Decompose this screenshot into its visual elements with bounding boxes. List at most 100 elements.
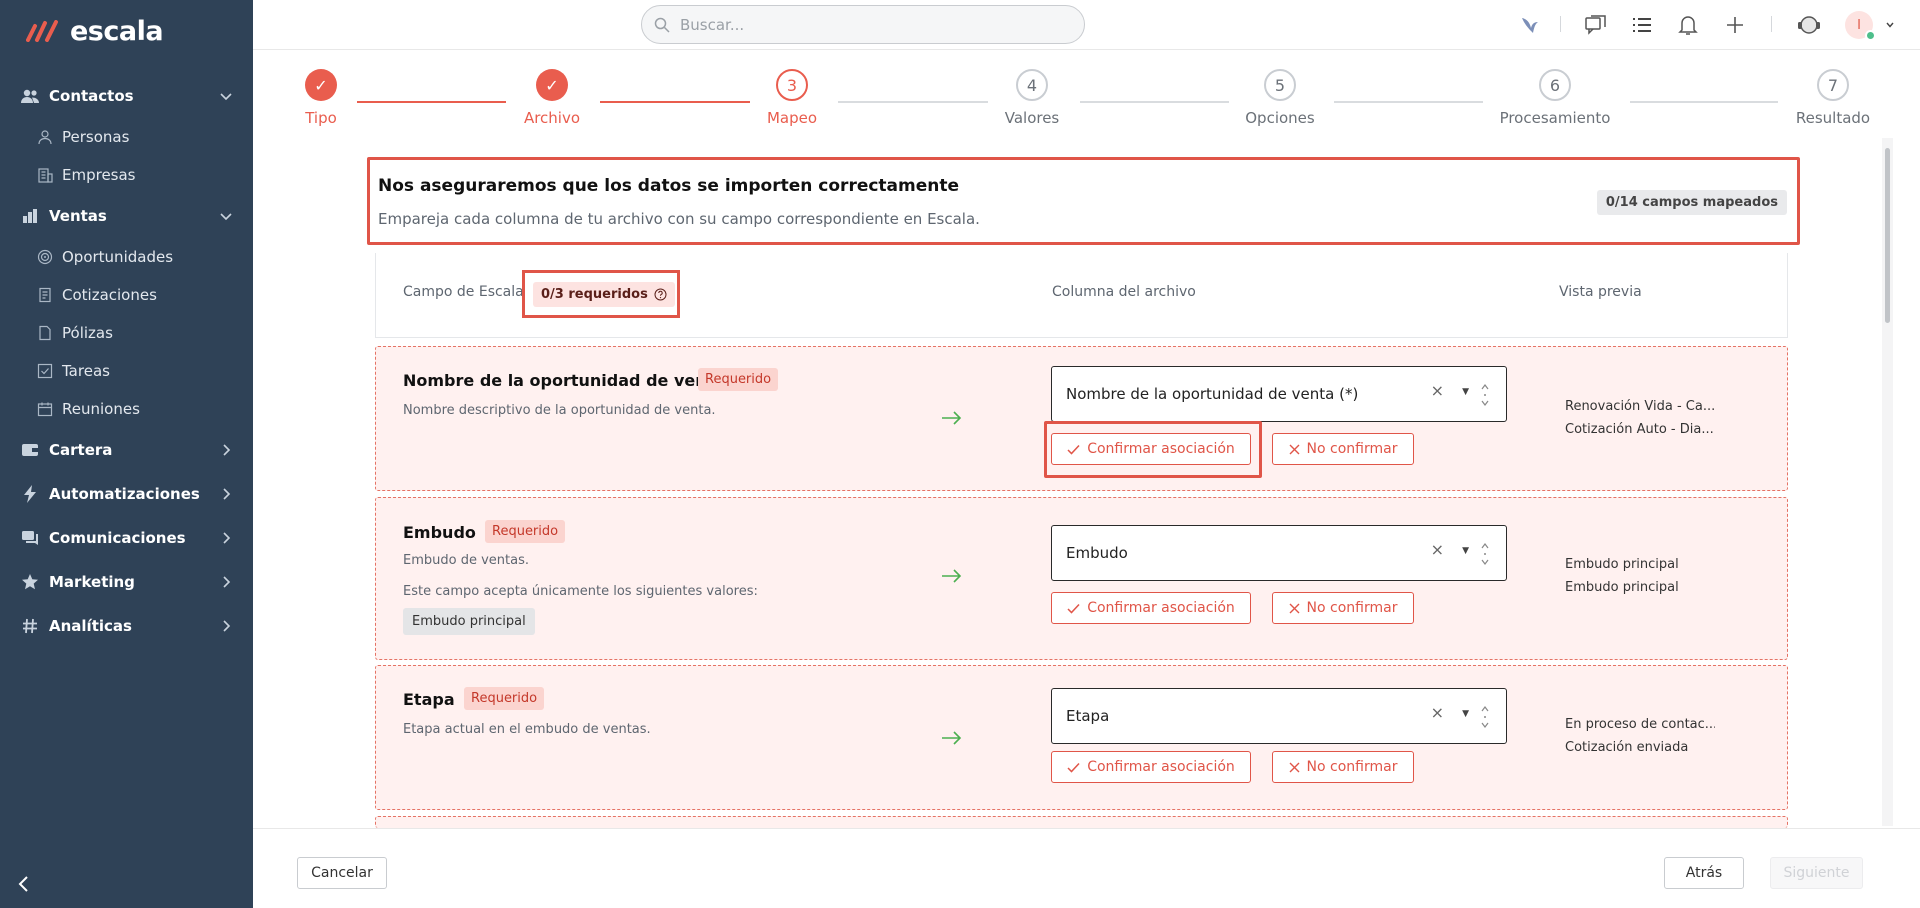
step-circle: ✓ [305,69,337,101]
help-icon[interactable] [654,288,667,301]
collapse-sidebar-icon[interactable] [14,874,34,894]
sidebar-item-empresas[interactable]: Empresas [0,156,253,194]
scrollbar-thumb[interactable] [1885,148,1890,323]
sidebar-item-label: Tareas [62,362,110,380]
sort-arrows-icon[interactable] [1480,703,1490,731]
sales-icon [20,206,40,226]
preview-value: Renovación Vida - Ca... [1565,399,1715,414]
sidebar-section-automatizaciones[interactable]: Automatizaciones [0,472,253,516]
clear-selection-icon[interactable]: × [1431,703,1444,722]
sidebar-item-cotizaciones[interactable]: Cotizaciones [0,276,253,314]
dropdown-caret-icon[interactable]: ▼ [1462,387,1469,397]
toolbar-divider [1560,16,1561,32]
step-mapeo[interactable]: 3 Mapeo [752,69,832,127]
step-connector [838,101,988,103]
sort-arrows-icon[interactable] [1480,540,1490,568]
reject-mapping-button[interactable]: No confirmar [1272,433,1414,465]
step-tipo[interactable]: ✓ Tipo [291,69,351,127]
sidebar-item-label: Cotizaciones [62,286,157,304]
chevron-right-icon [223,532,231,544]
step-resultado[interactable]: 7 Resultado [1786,69,1880,127]
field-name: Nombre de la oportunidad de venta [403,371,726,390]
sidebar-section-ventas[interactable]: Ventas [0,194,253,238]
messages-icon[interactable] [1583,12,1609,38]
chevron-down-icon[interactable] [1885,20,1895,30]
step-connector [600,101,750,103]
target-icon [37,249,53,265]
step-circle: 5 [1264,69,1296,101]
sidebar-section-comunicaciones[interactable]: Comunicaciones [0,516,253,560]
selected-column: Etapa [1066,707,1110,725]
sidebar-section-cartera[interactable]: Cartera [0,428,253,472]
dropdown-caret-icon[interactable]: ▼ [1462,709,1469,719]
sort-arrows-icon[interactable] [1480,381,1490,409]
support-icon[interactable] [1796,12,1822,38]
step-connector [1334,101,1483,103]
button-label: No confirmar [1306,600,1398,616]
step-circle: 7 [1817,69,1849,101]
search-bar[interactable] [641,5,1085,44]
clear-selection-icon[interactable]: × [1431,381,1444,400]
preview-values: Renovación Vida - Ca... Cotización Auto -… [1565,395,1715,441]
mapping-table-header: Campo de Escala 0/3 requeridos Columna d… [375,253,1788,338]
chevron-right-icon [223,620,231,632]
clear-selection-icon[interactable]: × [1431,540,1444,559]
step-opciones[interactable]: 5 Opciones [1235,69,1325,127]
button-label: No confirmar [1306,441,1398,457]
field-description: Etapa actual en el embudo de ventas. [403,722,651,737]
file-column-select[interactable]: Nombre de la oportunidad de venta (*) × … [1051,366,1507,422]
step-circle: 4 [1016,69,1048,101]
mapping-row: Embudo Requerido Embudo de ventas. Este … [375,497,1788,660]
avatar[interactable]: I [1845,11,1876,41]
person-icon [38,130,52,145]
sidebar-section-marketing[interactable]: Marketing [0,560,253,604]
hash-icon [20,616,40,636]
field-name: Etapa [403,690,455,709]
sidebar-item-oportunidades[interactable]: Oportunidades [0,238,253,276]
sidebar-item-tareas[interactable]: Tareas [0,352,253,390]
arrow-right-icon [942,411,962,425]
step-valores[interactable]: 4 Valores [992,69,1072,127]
confirm-mapping-button[interactable]: Confirmar asociación [1051,592,1251,624]
step-procesamiento[interactable]: 6 Procesamiento [1490,69,1620,127]
preview-value: Cotización Auto - Dia... [1565,422,1714,437]
topbar: I [253,0,1920,50]
required-counter-badge[interactable]: 0/3 requeridos [533,282,675,307]
arrow-right-icon [942,569,962,583]
sidebar-section-label: Automatizaciones [49,485,200,503]
bell-icon[interactable] [1675,12,1701,38]
field-name: Embudo [403,523,476,542]
sidebar-item-label: Reuniones [62,400,140,418]
back-button[interactable]: Atrás [1664,857,1744,889]
search-input[interactable] [680,15,1060,34]
allowed-value-chip: Embudo principal [403,608,535,635]
sidebar-item-reuniones[interactable]: Reuniones [0,390,253,428]
confirm-mapping-button[interactable]: Confirmar asociación [1051,751,1251,783]
sidebar-item-label: Personas [62,128,130,146]
check-icon [1067,603,1080,614]
list-icon[interactable] [1629,12,1655,38]
sidebar-section-contactos[interactable]: Contactos [0,74,253,118]
content-scrollbar[interactable] [1882,138,1893,826]
sidebar-section-label: Contactos [49,87,134,105]
reject-mapping-button[interactable]: No confirmar [1272,592,1414,624]
file-column-select[interactable]: Etapa × ▼ [1051,688,1507,744]
dropdown-caret-icon[interactable]: ▼ [1462,546,1469,556]
sidebar-section-analiticas[interactable]: Analíticas [0,604,253,648]
sidebar-section-label: Analíticas [49,617,132,635]
cancel-button[interactable]: Cancelar [297,857,387,889]
arrow-right-icon [942,731,962,745]
selected-column: Embudo [1066,544,1128,562]
preview-values: Embudo principal Embudo principal [1565,553,1715,599]
sidebar-item-polizas[interactable]: Pólizas [0,314,253,352]
step-archivo[interactable]: ✓ Archivo [512,69,592,127]
brand-logo[interactable]: escala [26,16,164,47]
required-badge: Requerido [698,368,779,391]
confirm-button-highlight [1044,421,1262,478]
sidebar-item-personas[interactable]: Personas [0,118,253,156]
plus-icon[interactable] [1722,12,1748,38]
bird-icon[interactable] [1517,12,1543,38]
next-button[interactable]: Siguiente [1770,857,1863,889]
reject-mapping-button[interactable]: No confirmar [1272,751,1414,783]
file-column-select[interactable]: Embudo × ▼ [1051,525,1507,581]
